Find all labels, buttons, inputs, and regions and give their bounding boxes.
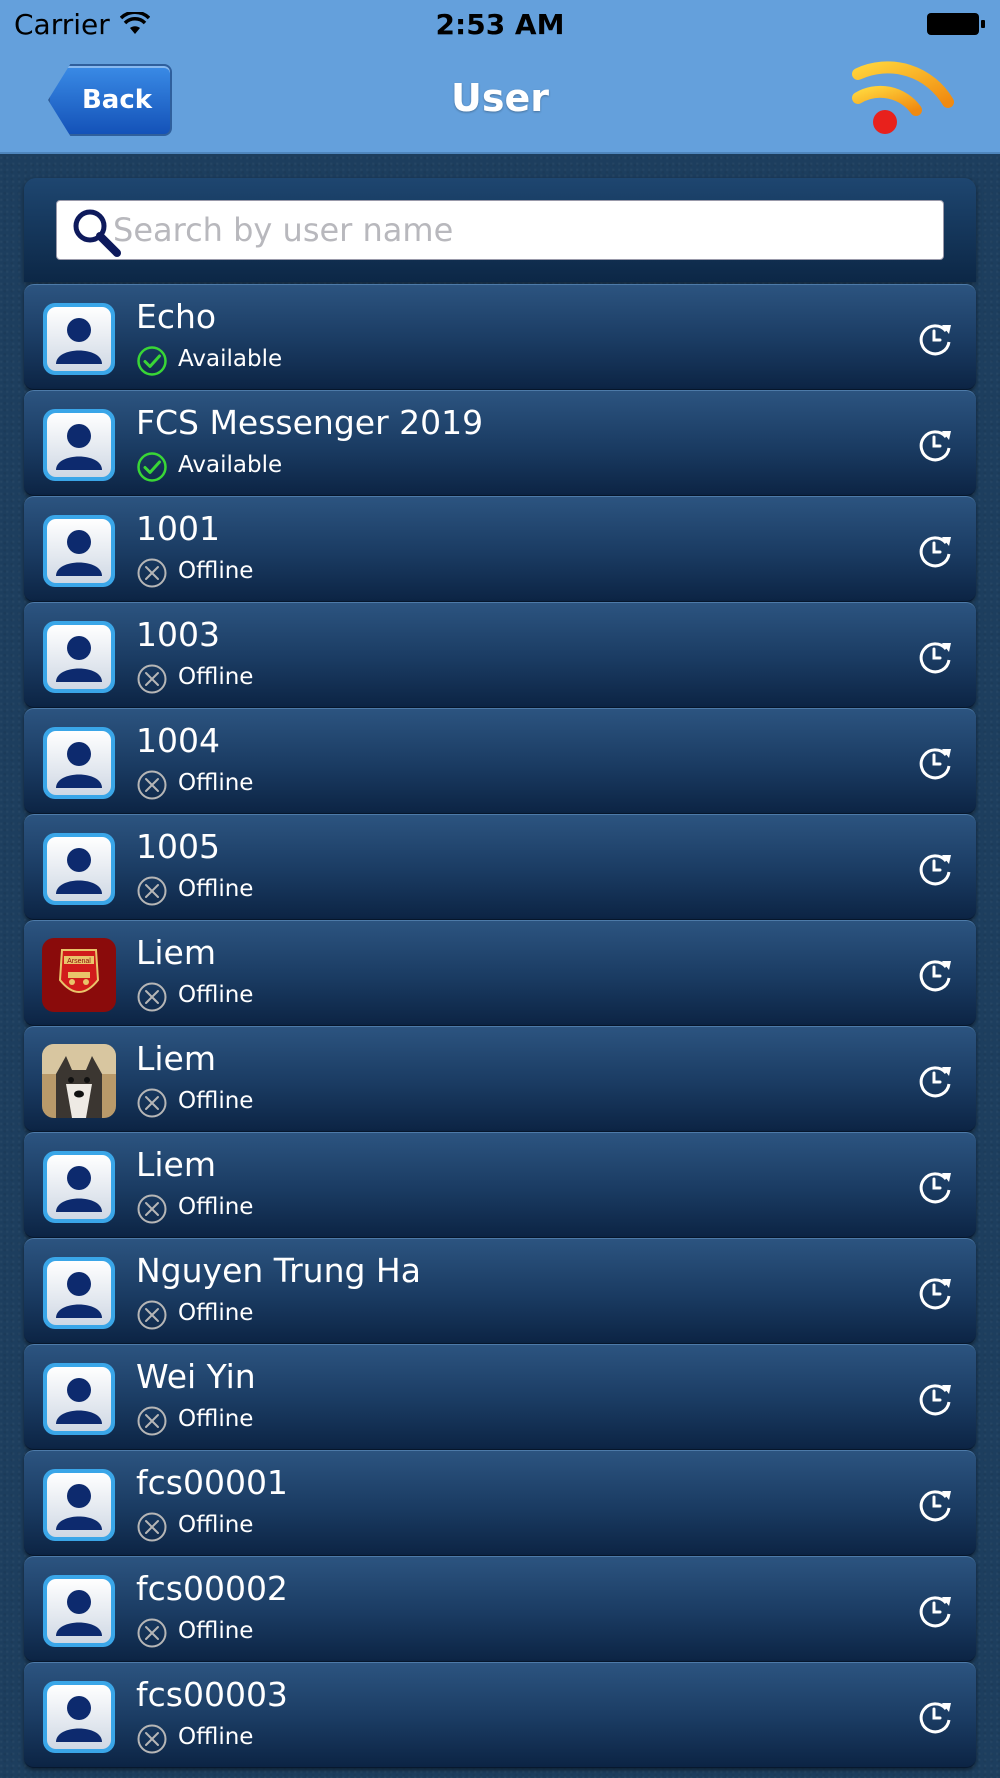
history-icon[interactable] xyxy=(916,427,954,463)
user-name: 1003 xyxy=(136,615,220,654)
default-avatar-icon xyxy=(42,726,116,800)
default-avatar-icon xyxy=(42,620,116,694)
user-row[interactable]: Wei Yin Offline xyxy=(24,1344,976,1450)
user-name: Liem xyxy=(136,1145,217,1184)
user-name: 1001 xyxy=(136,509,220,548)
user-row[interactable]: fcs00003 Offline xyxy=(24,1662,976,1768)
clock: 2:53 AM xyxy=(435,8,565,41)
user-name: Echo xyxy=(136,297,217,336)
default-avatar-icon xyxy=(42,514,116,588)
status-text: Available xyxy=(178,452,283,478)
offline-status-icon xyxy=(136,557,168,589)
user-name: fcs00001 xyxy=(136,1463,288,1502)
offline-status-icon xyxy=(136,875,168,907)
user-name: fcs00003 xyxy=(136,1675,288,1714)
user-name: Liem xyxy=(136,1039,217,1078)
user-name: 1005 xyxy=(136,827,220,866)
user-row[interactable]: Echo Available xyxy=(24,284,976,390)
history-icon[interactable] xyxy=(916,639,954,675)
offline-status-icon xyxy=(136,981,168,1013)
battery-icon xyxy=(927,13,985,35)
default-avatar-icon xyxy=(42,1574,116,1648)
offline-status-icon xyxy=(136,1193,168,1225)
offline-status-icon xyxy=(136,1405,168,1437)
user-row[interactable]: Arsenal Liem Offline xyxy=(24,920,976,1026)
status-text: Offline xyxy=(178,1618,254,1644)
user-name: 1004 xyxy=(136,721,220,760)
status-text: Offline xyxy=(178,982,254,1008)
user-row[interactable]: Nguyen Trung Ha Offline xyxy=(24,1238,976,1344)
rss-feed-icon[interactable] xyxy=(850,58,956,138)
history-icon[interactable] xyxy=(916,321,954,357)
status-text: Offline xyxy=(178,664,254,690)
user-row[interactable]: 1005 Offline xyxy=(24,814,976,920)
history-icon[interactable] xyxy=(916,1593,954,1629)
status-text: Offline xyxy=(178,1724,254,1750)
history-icon[interactable] xyxy=(916,1063,954,1099)
history-icon[interactable] xyxy=(916,851,954,887)
offline-status-icon xyxy=(136,1299,168,1331)
default-avatar-icon xyxy=(42,1150,116,1224)
status-text: Offline xyxy=(178,1300,254,1326)
status-text: Offline xyxy=(178,1194,254,1220)
history-icon[interactable] xyxy=(916,745,954,781)
navigation-bar: Carrier 2:53 AM Back User xyxy=(0,0,1000,154)
user-list: Echo Available FCS Messenger 2019 Availa… xyxy=(24,284,976,1768)
history-icon[interactable] xyxy=(916,533,954,569)
user-name: fcs00002 xyxy=(136,1569,288,1608)
history-icon[interactable] xyxy=(916,1275,954,1311)
user-name: Wei Yin xyxy=(136,1357,256,1396)
history-icon[interactable] xyxy=(916,1169,954,1205)
user-row[interactable]: FCS Messenger 2019 Available xyxy=(24,390,976,496)
user-row[interactable]: fcs00002 Offline xyxy=(24,1556,976,1662)
search-input[interactable] xyxy=(113,201,933,259)
user-row[interactable]: fcs00001 Offline xyxy=(24,1450,976,1556)
user-row[interactable]: 1004 Offline xyxy=(24,708,976,814)
default-avatar-icon xyxy=(42,1256,116,1330)
user-name: Liem xyxy=(136,933,217,972)
offline-status-icon xyxy=(136,663,168,695)
status-text: Offline xyxy=(178,1406,254,1432)
status-text: Available xyxy=(178,346,283,372)
user-name: Nguyen Trung Ha xyxy=(136,1251,421,1290)
default-avatar-icon xyxy=(42,1680,116,1754)
user-name: FCS Messenger 2019 xyxy=(136,403,484,442)
history-icon[interactable] xyxy=(916,1699,954,1735)
status-text: Offline xyxy=(178,558,254,584)
avatar-photo: Arsenal xyxy=(42,938,116,1012)
search-panel xyxy=(24,178,976,282)
search-bar[interactable] xyxy=(56,200,944,260)
history-icon[interactable] xyxy=(916,957,954,993)
status-bar: Carrier 2:53 AM xyxy=(0,0,1000,50)
default-avatar-icon xyxy=(42,1362,116,1436)
user-row[interactable]: Liem Offline xyxy=(24,1026,976,1132)
history-icon[interactable] xyxy=(916,1381,954,1417)
status-text: Offline xyxy=(178,876,254,902)
available-status-icon xyxy=(136,345,168,377)
avatar-photo xyxy=(42,1044,116,1118)
status-text: Offline xyxy=(178,1088,254,1114)
default-avatar-icon xyxy=(42,832,116,906)
default-avatar-icon xyxy=(42,302,116,376)
available-status-icon xyxy=(136,451,168,483)
arsenal-crest-text: Arsenal xyxy=(67,958,91,965)
user-row[interactable]: 1003 Offline xyxy=(24,602,976,708)
history-icon[interactable] xyxy=(916,1487,954,1523)
status-text: Offline xyxy=(178,770,254,796)
offline-status-icon xyxy=(136,1511,168,1543)
offline-status-icon xyxy=(136,1087,168,1119)
offline-status-icon xyxy=(136,769,168,801)
user-row[interactable]: Liem Offline xyxy=(24,1132,976,1238)
offline-status-icon xyxy=(136,1723,168,1755)
offline-status-icon xyxy=(136,1617,168,1649)
default-avatar-icon xyxy=(42,408,116,482)
default-avatar-icon xyxy=(42,1468,116,1542)
status-text: Offline xyxy=(178,1512,254,1538)
user-row[interactable]: 1001 Offline xyxy=(24,496,976,602)
